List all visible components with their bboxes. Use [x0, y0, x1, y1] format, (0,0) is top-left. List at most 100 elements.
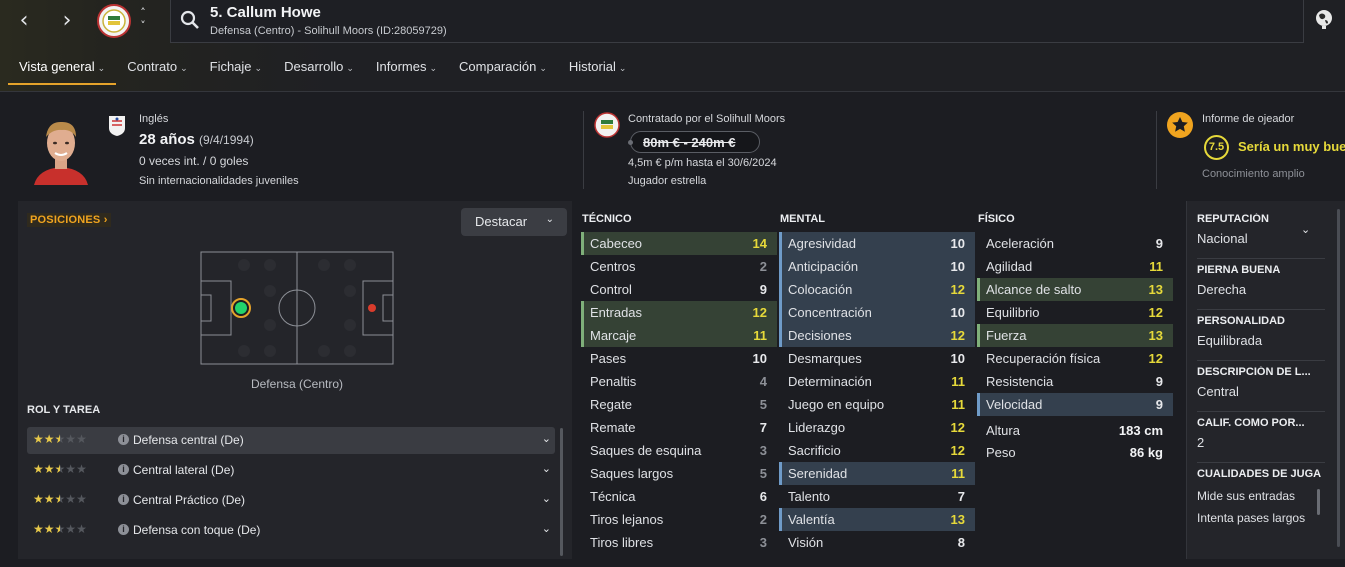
- attribute-row[interactable]: Tiros lejanos 2: [581, 508, 777, 531]
- tab-development[interactable]: Desarrollo ⌄: [273, 55, 365, 85]
- attribute-row[interactable]: Remate 7: [581, 416, 777, 439]
- attribute-name: Talento: [788, 489, 830, 504]
- attribute-value: 10: [950, 305, 965, 320]
- attribute-row[interactable]: Agresividad 10: [779, 232, 975, 255]
- attribute-name: Saques largos: [590, 466, 674, 481]
- attribute-row[interactable]: Valentía 13: [779, 508, 975, 531]
- personality: PERSONALIDAD Equilibrada: [1197, 315, 1325, 361]
- attribute-row[interactable]: Centros 2: [581, 255, 777, 278]
- attribute-name: Concentración: [788, 305, 872, 320]
- back-icon[interactable]: ‹: [11, 8, 37, 34]
- attribute-value: 11: [753, 328, 767, 343]
- nation-crest-icon[interactable]: [108, 115, 126, 137]
- tab-contract[interactable]: Contrato ⌄: [116, 55, 198, 85]
- attribute-name: Saques de esquina: [590, 443, 702, 458]
- attribute-row[interactable]: Pases 10: [581, 347, 777, 370]
- preferred-foot: PIERNA BUENA Derecha: [1197, 264, 1325, 310]
- attribute-value: 13: [950, 512, 965, 527]
- attribute-row[interactable]: Serenidad 11: [779, 462, 975, 485]
- attribute-row[interactable]: Entradas 12: [581, 301, 777, 324]
- attribute-row[interactable]: Técnica 6: [581, 485, 777, 508]
- attribute-row[interactable]: Fuerza 13: [977, 324, 1173, 347]
- attribute-row[interactable]: Alcance de salto 13: [977, 278, 1173, 301]
- chevron-down-icon[interactable]: ⌄: [542, 492, 551, 505]
- attribute-value: 12: [1148, 351, 1163, 366]
- attribute-value: 3: [759, 535, 767, 550]
- attribute-row[interactable]: Resistencia 9: [977, 370, 1173, 393]
- attribute-row[interactable]: Regate 5: [581, 393, 777, 416]
- tab-transfer[interactable]: Fichaje ⌄: [199, 55, 273, 85]
- reputation: REPUTACIÓN Nacional: [1197, 213, 1325, 259]
- attribute-value: 9: [1155, 374, 1163, 389]
- attribute-row[interactable]: Liderazgo 12: [779, 416, 975, 439]
- club-crest-icon[interactable]: [594, 111, 620, 139]
- tab-reports[interactable]: Informes ⌄: [365, 55, 448, 85]
- tab-overview[interactable]: Vista general ⌄: [8, 55, 117, 85]
- info-icon[interactable]: i: [118, 494, 129, 505]
- info-icon[interactable]: i: [118, 434, 129, 445]
- attribute-row[interactable]: Control 9: [581, 278, 777, 301]
- attribute-row[interactable]: Penaltis 4: [581, 370, 777, 393]
- chevron-down-icon[interactable]: ⌄: [542, 462, 551, 475]
- player-switch-icon[interactable]: ˄ ˅: [136, 6, 150, 34]
- attribute-row[interactable]: Tiros libres 3: [581, 531, 777, 554]
- attribute-value: 10: [950, 351, 965, 366]
- attribute-row[interactable]: Sacrificio 12: [779, 439, 975, 462]
- attribute-row[interactable]: Determinación 11: [779, 370, 975, 393]
- globe-icon[interactable]: [1313, 8, 1335, 30]
- forward-icon[interactable]: ›: [54, 8, 80, 34]
- chevron-down-icon[interactable]: ⌄: [542, 432, 551, 445]
- details-panel: REPUTACIÓN Nacional ⌄ PIERNA BUENA Derec…: [1186, 201, 1345, 559]
- attribute-row[interactable]: Juego en equipo 11: [779, 393, 975, 416]
- role-name: Defensa central (De): [133, 433, 244, 447]
- traits-scrollbar[interactable]: [1317, 489, 1320, 515]
- attribute-row[interactable]: Decisiones 12: [779, 324, 975, 347]
- attribute-value: 12: [1148, 305, 1163, 320]
- role-row[interactable]: ★★★★★ i Central lateral (De) ⌄: [27, 457, 555, 484]
- attribute-row[interactable]: Marcaje 11: [581, 324, 777, 347]
- tab-comparison[interactable]: Comparación ⌄: [448, 55, 558, 85]
- attribute-value: 11: [1149, 259, 1163, 274]
- attribute-row[interactable]: Recuperación física 12: [977, 347, 1173, 370]
- positions-button[interactable]: POSICIONES ›: [27, 213, 111, 227]
- transfer-value[interactable]: 80m € - 240m €: [628, 131, 760, 153]
- info-icon[interactable]: i: [118, 464, 129, 475]
- attribute-row[interactable]: Velocidad 9: [977, 393, 1173, 416]
- scout-rating[interactable]: 7.5: [1204, 135, 1229, 160]
- attribute-row[interactable]: Colocación 12: [779, 278, 975, 301]
- chevron-down-icon[interactable]: ⌄: [542, 522, 551, 535]
- attribute-name: Liderazgo: [788, 420, 846, 435]
- physical-attributes: FÍSICO Aceleración 9 Agilidad 11 Alcance de …: [977, 209, 1173, 464]
- attribute-row[interactable]: Talento 7: [779, 485, 975, 508]
- chevron-down-icon[interactable]: ⌄: [1301, 223, 1310, 236]
- attribute-row[interactable]: Concentración 10: [779, 301, 975, 324]
- technical-title: TÉCNICO: [582, 213, 632, 225]
- attribute-row[interactable]: Saques largos 5: [581, 462, 777, 485]
- nationality: Inglés: [139, 113, 169, 125]
- role-row[interactable]: ★★★★★ i Defensa con toque (De) ⌄: [27, 517, 555, 544]
- role-row[interactable]: ★★★★★ i Defensa central (De) ⌄: [27, 427, 555, 454]
- squad-status: Jugador estrella: [628, 175, 707, 187]
- tab-history[interactable]: Historial ⌄: [558, 55, 638, 85]
- role-row[interactable]: ★★★★★ i Central Práctico (De) ⌄: [27, 487, 555, 514]
- attribute-row[interactable]: Equilibrio 12: [977, 301, 1173, 324]
- attribute-name: Visión: [788, 535, 824, 550]
- player-age: 28 años (9/4/1994): [139, 131, 254, 148]
- attribute-row[interactable]: Visión 8: [779, 531, 975, 554]
- role-stars: ★★★★★: [33, 522, 87, 536]
- attribute-row[interactable]: Cabeceo 14: [581, 232, 777, 255]
- attribute-row[interactable]: Aceleración 9: [977, 232, 1173, 255]
- search-icon[interactable]: [180, 10, 200, 30]
- attribute-row[interactable]: Saques de esquina 3: [581, 439, 777, 462]
- attribute-row[interactable]: Desmarques 10: [779, 347, 975, 370]
- attribute-name: Valentía: [788, 512, 835, 527]
- panel-scrollbar[interactable]: [1337, 209, 1340, 547]
- attribute-row[interactable]: Agilidad 11: [977, 255, 1173, 278]
- attribute-row[interactable]: Anticipación 10: [779, 255, 975, 278]
- club-crest-icon[interactable]: [97, 4, 131, 38]
- divider: [583, 111, 584, 189]
- roles-scrollbar[interactable]: [560, 428, 563, 556]
- weight-row: Peso 86 kg: [986, 445, 1163, 460]
- highlight-dropdown[interactable]: Destacar ⌄: [461, 208, 567, 236]
- info-icon[interactable]: i: [118, 524, 129, 535]
